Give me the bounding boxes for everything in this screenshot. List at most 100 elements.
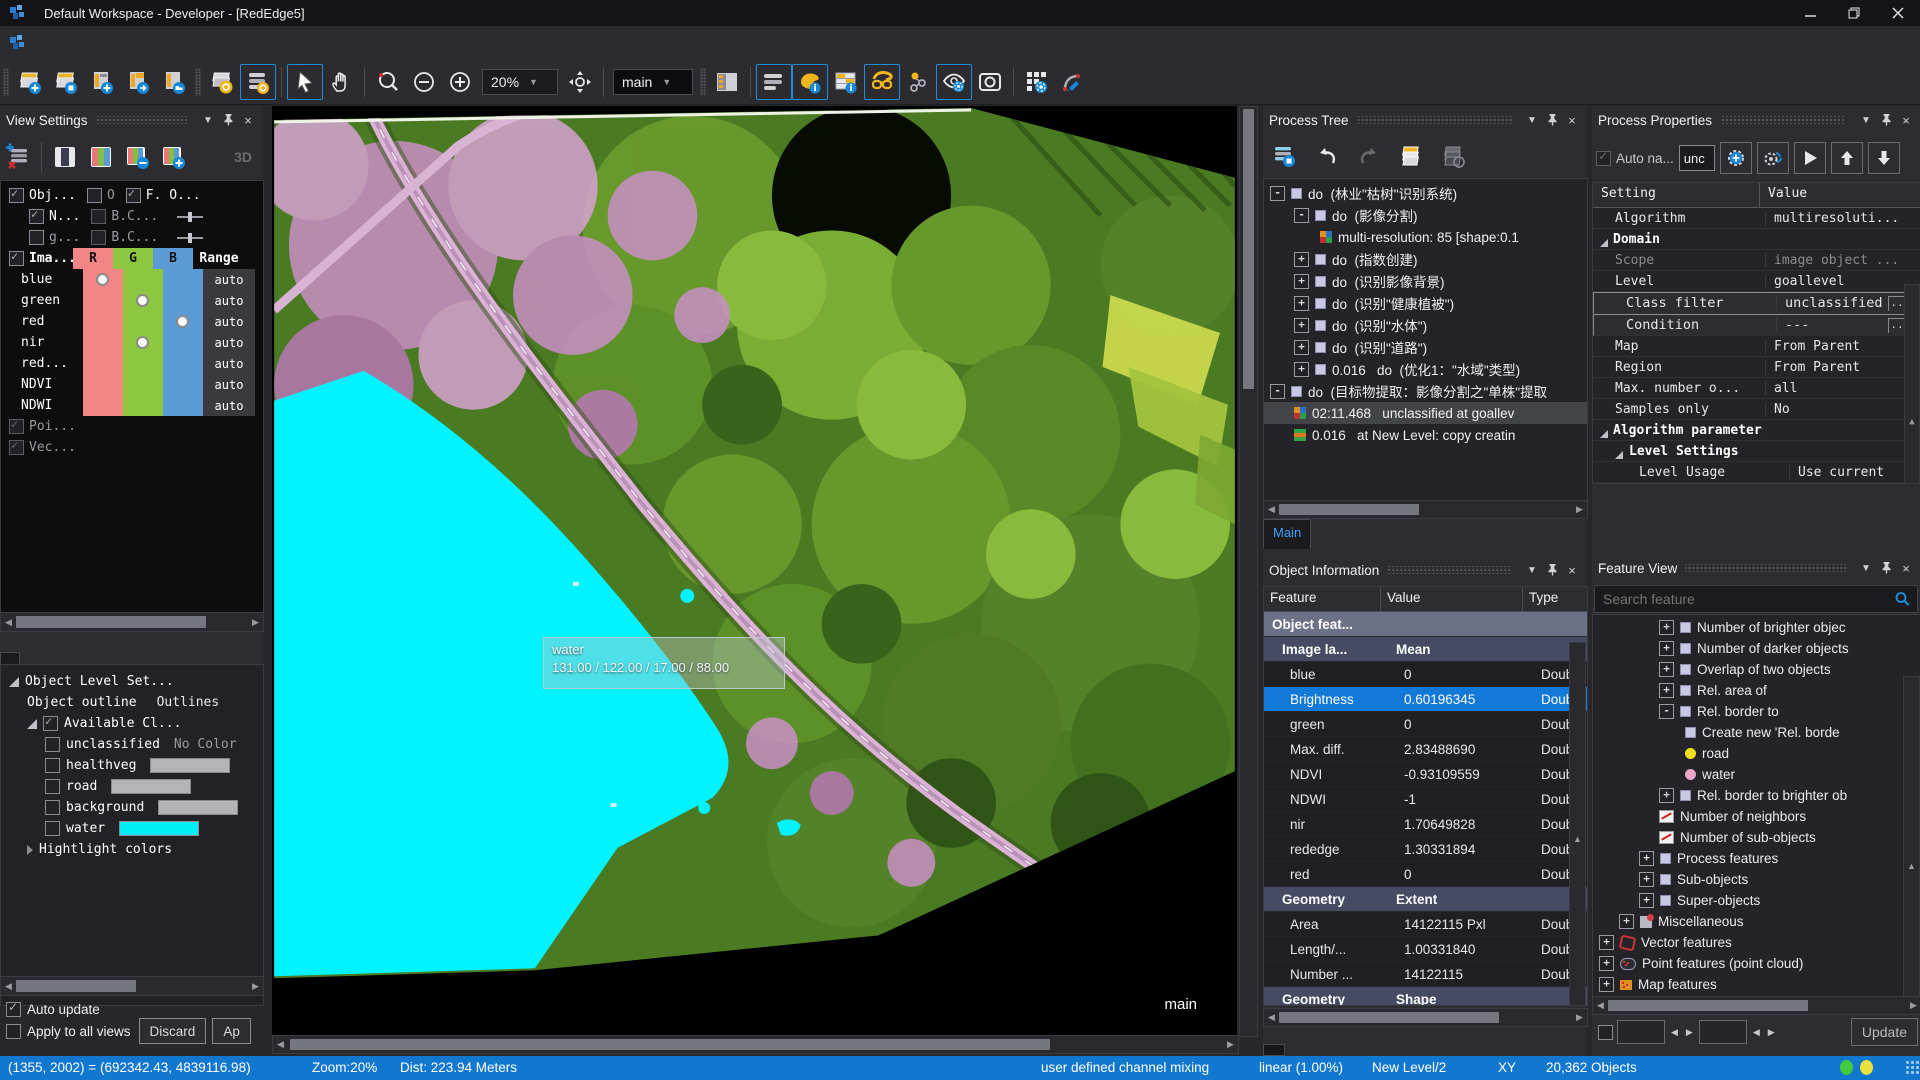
tab-main[interactable]: Main xyxy=(1263,519,1311,549)
append-process-icon[interactable] xyxy=(1267,138,1303,174)
class-color-swatch[interactable] xyxy=(150,758,230,773)
range-min-input[interactable] xyxy=(1617,1020,1665,1044)
property-row[interactable]: Map From Parent xyxy=(1593,336,1920,357)
property-row[interactable]: Scope image object ... xyxy=(1593,250,1920,271)
checkbox[interactable] xyxy=(87,188,102,203)
checkbox[interactable] xyxy=(45,800,60,815)
left-tab[interactable] xyxy=(80,652,100,664)
property-row[interactable]: Level Usage Use current xyxy=(1593,462,1920,483)
menu-item[interactable] xyxy=(192,39,218,47)
green-channel-cell[interactable] xyxy=(123,353,163,375)
table-row[interactable]: Geometry Extent xyxy=(1264,887,1587,912)
search-input[interactable] xyxy=(1595,590,1893,608)
feature-row[interactable]: road xyxy=(1593,743,1920,764)
feature-row[interactable]: Sub-objects xyxy=(1593,869,1920,890)
update-button[interactable]: Update xyxy=(1851,1018,1918,1046)
panel-drag-area[interactable] xyxy=(1357,116,1512,124)
view-settings-glasses-icon[interactable] xyxy=(864,64,900,100)
pin-icon[interactable] xyxy=(220,112,236,128)
table-row[interactable]: nir 1.70649828 Double xyxy=(1264,812,1587,837)
rgb-layer-view-icon[interactable] xyxy=(83,139,119,175)
vertical-scrollbar[interactable]: ▲▼ xyxy=(1904,284,1920,484)
table-row[interactable]: NDVI -0.93109559 Double xyxy=(1264,762,1587,787)
layer-row[interactable]: blue auto xyxy=(1,269,263,290)
range-cell[interactable]: auto xyxy=(203,311,255,332)
zoom-area-icon[interactable] xyxy=(370,64,406,100)
add-workspace-icon[interactable] xyxy=(84,64,120,100)
checkbox[interactable] xyxy=(9,440,24,455)
horizontal-scrollbar[interactable]: ◀▶ xyxy=(0,612,264,632)
expander-icon[interactable] xyxy=(1294,318,1309,333)
maximize-button[interactable] xyxy=(1832,0,1876,26)
create-project-icon[interactable] xyxy=(12,64,48,100)
chevron-down-icon[interactable]: ▼ xyxy=(1524,562,1540,578)
red-channel-cell[interactable] xyxy=(83,332,123,354)
increment-icon[interactable]: ▶ xyxy=(1766,1027,1777,1038)
checkbox[interactable] xyxy=(9,251,24,266)
auto-update-row[interactable]: Auto update xyxy=(0,998,262,1020)
expander-icon[interactable] xyxy=(1599,935,1614,950)
transparency-slider[interactable] xyxy=(177,216,203,218)
property-row[interactable]: Level goallevel xyxy=(1593,271,1920,292)
checkbox[interactable] xyxy=(29,209,44,224)
blue-channel-cell[interactable] xyxy=(163,353,203,375)
horizontal-scrollbar[interactable]: ◀▶ xyxy=(1263,1008,1588,1027)
class-color-swatch[interactable] xyxy=(119,821,199,836)
green-channel-cell[interactable] xyxy=(123,374,163,396)
snapshot-icon[interactable] xyxy=(972,64,1008,100)
feature-row[interactable]: Number of brighter objec xyxy=(1593,617,1920,638)
draw-polygon-icon[interactable] xyxy=(1055,64,1091,100)
sub-display-row[interactable]: N... B.C... xyxy=(1,206,263,227)
red-channel-cell[interactable] xyxy=(83,353,123,375)
range-cell[interactable]: auto xyxy=(203,353,255,374)
feature-row[interactable]: Rel. border to brighter ob xyxy=(1593,785,1920,806)
green-channel-cell[interactable] xyxy=(123,395,163,417)
panel-drag-area[interactable] xyxy=(1685,564,1846,572)
range-cell[interactable]: auto xyxy=(203,332,255,353)
hand-icon[interactable] xyxy=(323,64,359,100)
process-row[interactable]: 0.016 at New Level: copy creatin xyxy=(1264,424,1587,446)
property-row[interactable]: Algorithm multiresoluti... xyxy=(1593,208,1920,229)
panel-drag-area[interactable] xyxy=(1387,566,1512,574)
feature-row[interactable]: Create new 'Rel. borde xyxy=(1593,722,1920,743)
property-row[interactable]: Samples only No xyxy=(1593,399,1920,420)
green-channel-cell[interactable] xyxy=(123,311,163,333)
expander-icon[interactable] xyxy=(1599,977,1614,992)
checkbox[interactable] xyxy=(45,758,60,773)
process-row[interactable]: multi-resolution: 85 [shape:0.1 xyxy=(1264,226,1587,248)
property-row[interactable]: Condition --- xyxy=(1593,314,1920,336)
class-row[interactable]: water xyxy=(1,818,263,839)
pin-icon[interactable] xyxy=(1878,112,1894,128)
class-color-swatch[interactable] xyxy=(111,779,191,794)
expander-icon[interactable] xyxy=(1659,620,1674,635)
menu-item[interactable] xyxy=(62,39,88,47)
horizontal-scrollbar[interactable]: ◀▶ xyxy=(0,976,264,996)
table-row[interactable]: Object feat... xyxy=(1264,612,1587,637)
feature-row[interactable]: Number of sub-objects xyxy=(1593,827,1920,848)
vector-row[interactable]: Vec... xyxy=(1,437,263,458)
expander-icon[interactable] xyxy=(1639,872,1654,887)
toolbar-grip[interactable] xyxy=(700,68,706,96)
table-row[interactable]: Length/... 1.00331840 Double xyxy=(1264,937,1587,962)
menu-item[interactable] xyxy=(218,39,244,47)
range-cell[interactable]: auto xyxy=(203,269,255,290)
vertical-scrollbar[interactable]: ▲▼ xyxy=(1903,676,1920,998)
pin-icon[interactable] xyxy=(1544,112,1560,128)
tree-row[interactable]: Available Cl... xyxy=(1,713,263,734)
single-layer-view-icon[interactable] xyxy=(47,139,83,175)
property-row[interactable]: Level Settings xyxy=(1593,441,1920,462)
class-row[interactable]: road xyxy=(1,776,263,797)
red-channel-cell[interactable] xyxy=(83,395,123,417)
pin-icon[interactable] xyxy=(1878,560,1894,576)
range-cell[interactable]: auto xyxy=(203,290,255,311)
close-icon[interactable]: × xyxy=(1564,112,1580,128)
feature-row[interactable]: Rel. area of xyxy=(1593,680,1920,701)
tree-row[interactable]: Hightlight colors xyxy=(1,839,263,860)
blue-channel-cell[interactable] xyxy=(163,374,203,396)
expander-icon[interactable] xyxy=(1659,662,1674,677)
panel-drag-area[interactable] xyxy=(1720,116,1846,124)
green-channel-cell[interactable] xyxy=(123,332,163,354)
checkbox[interactable] xyxy=(6,1002,21,1017)
expander-icon[interactable] xyxy=(1294,362,1309,377)
property-row[interactable]: Max. number o... all xyxy=(1593,378,1920,399)
